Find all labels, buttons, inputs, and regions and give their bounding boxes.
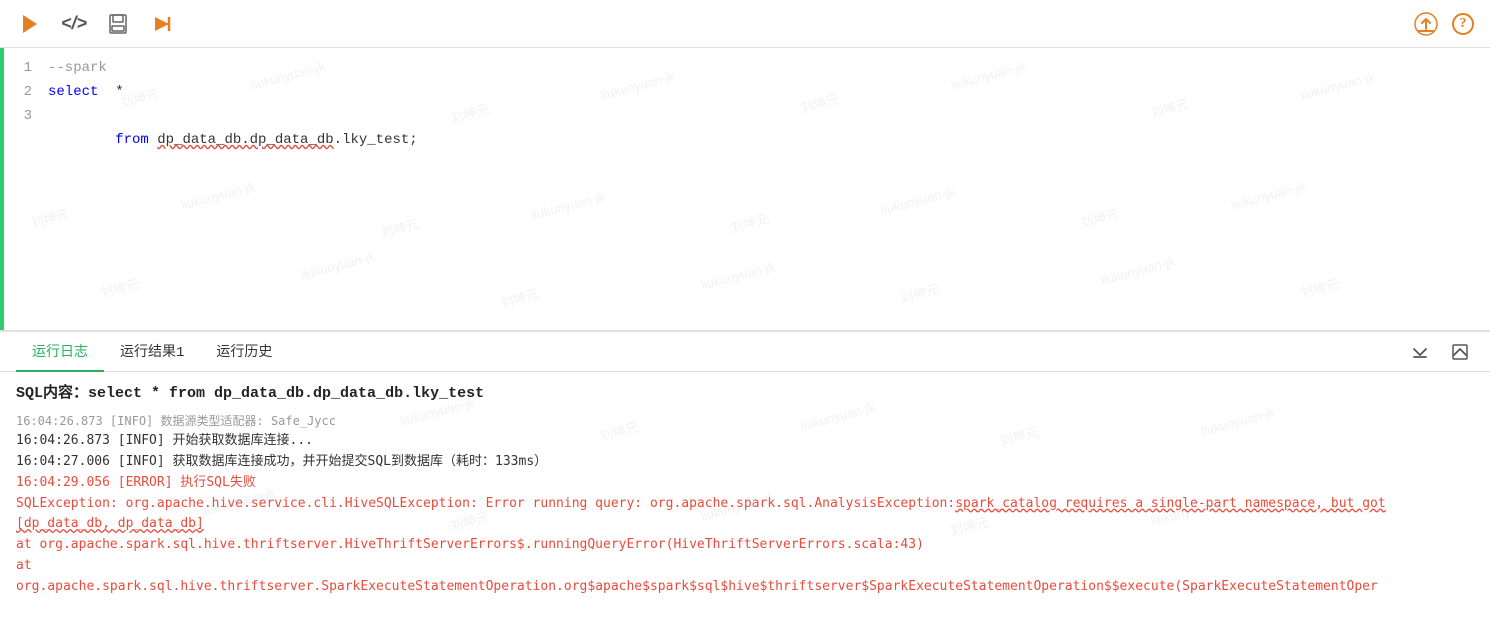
wm-15: 刘坤元 <box>1078 203 1121 231</box>
log-line-error-stack2: at <box>16 556 1474 577</box>
wm-17: 刘坤元 <box>98 273 141 301</box>
error-prefix: SQLException: org.apache.hive.service.cl… <box>16 494 955 515</box>
tab-result-label: 运行结果1 <box>120 341 184 361</box>
error-underline-1: spark_catalog requires a single-part nam… <box>955 494 1385 515</box>
play-icon <box>23 15 37 33</box>
error-underline-2: [dp_data_db, dp_data_db] <box>16 516 204 531</box>
editor-left-bar <box>0 48 4 330</box>
log-line-error-stack3: org.apache.spark.sql.hive.thriftserver.S… <box>16 577 1474 598</box>
wm-19: 刘坤元 <box>498 283 541 311</box>
log-line-0: 16:04:26.873 [INFO] 开始获取数据库连接... <box>16 431 1474 452</box>
tab-history-label: 运行历史 <box>216 341 272 361</box>
log-line-hidden: 16:04:26.873 [INFO] 数据源类型适配器: Safe_Jycc <box>16 412 1474 431</box>
tab-history[interactable]: 运行历史 <box>200 332 288 372</box>
tabs-right <box>1406 338 1474 366</box>
code-line-3: from dp_data_db.dp_data_db.lky_test; <box>48 104 1482 128</box>
wm-9: 刘坤元 <box>28 203 71 231</box>
wm-16: liukunyuan-jk <box>1229 178 1306 212</box>
sql-summary: SQL内容：select * from dp_data_db.dp_data_d… <box>16 382 1474 406</box>
line-num-3: 3 <box>12 104 32 128</box>
help-button[interactable]: ? <box>1452 13 1474 35</box>
wm-13: 刘坤元 <box>728 208 771 236</box>
line-num-2: 2 <box>12 80 32 104</box>
chevron-down-icon <box>1411 343 1429 361</box>
kw-select: select <box>48 84 98 100</box>
wm-20: liukunyuan-jk <box>699 258 776 292</box>
tab-result[interactable]: 运行结果1 <box>104 332 200 372</box>
log-line-error-main: 16:04:29.056 [ERROR] 执行SQL失败 <box>16 473 1474 494</box>
save-icon <box>107 13 129 35</box>
log-line-error-detail: SQLException: org.apache.hive.service.cl… <box>16 494 1474 515</box>
code-lines[interactable]: 1 2 3 --spark select * from dp_data_db.d… <box>0 48 1490 136</box>
sql-summary-prefix: SQL内容： <box>16 385 88 402</box>
code-line-1: --spark <box>48 56 1482 80</box>
bottom-panel: 运行日志 运行结果1 运行历史 <box>0 330 1490 623</box>
editor-area: 1 2 3 --spark select * from dp_data_db.d… <box>0 48 1490 330</box>
code-line-2: select * <box>48 80 1482 104</box>
format-icon <box>151 13 173 35</box>
wm-23: 刘坤元 <box>1298 273 1341 301</box>
code-button[interactable]: </> <box>60 10 88 38</box>
toolbar-right: ? <box>1412 10 1474 38</box>
minimize-button[interactable] <box>1406 338 1434 366</box>
format-button[interactable] <box>148 10 176 38</box>
wm-12: liukunyuan-jk <box>529 188 606 222</box>
wm-21: 刘坤元 <box>898 278 941 306</box>
wm-10: liukunyuan-jk <box>179 178 256 212</box>
tabs-left: 运行日志 运行结果1 运行历史 <box>16 332 288 371</box>
tab-log-label: 运行日志 <box>32 341 88 361</box>
tab-log[interactable]: 运行日志 <box>16 332 104 372</box>
toolbar-left: </> <box>16 10 176 38</box>
wm-22: liukunyuan-jk <box>1099 253 1176 287</box>
expand-button[interactable] <box>1446 338 1474 366</box>
sql-summary-query: select * from dp_data_db.dp_data_db.lky_… <box>88 385 484 402</box>
run-button[interactable] <box>16 10 44 38</box>
log-line-1: 16:04:27.006 [INFO] 获取数据库连接成功，并开始提交SQL到数… <box>16 452 1474 473</box>
wm-18: liukunyuan-jk <box>299 248 376 282</box>
code-content[interactable]: --spark select * from dp_data_db.dp_data… <box>40 56 1490 128</box>
kw-from: from <box>115 132 157 148</box>
expand-icon <box>1451 343 1469 361</box>
upload-button[interactable] <box>1412 10 1440 38</box>
log-line-error-detail2: [dp_data_db, dp_data_db] <box>16 514 1474 535</box>
comment-spark: --spark <box>48 60 107 76</box>
table-ref: dp_data_db.dp_data_db <box>157 132 333 148</box>
toolbar: </> ? <box>0 0 1490 48</box>
wm-14: liukunyuan-jk <box>879 183 956 217</box>
code-star: * <box>98 84 123 100</box>
tabs-bar: 运行日志 运行结果1 运行历史 <box>0 332 1490 372</box>
log-area[interactable]: liukunyuan-jk 刘坤元 liukunyuan-jk 刘坤元 liuk… <box>0 372 1490 623</box>
question-icon: ? <box>1460 16 1467 32</box>
table-name: .lky_test; <box>334 132 418 148</box>
save-button[interactable] <box>104 10 132 38</box>
log-line-error-stack1: at org.apache.spark.sql.hive.thriftserve… <box>16 535 1474 556</box>
line-numbers: 1 2 3 <box>4 56 40 128</box>
code-icon: </> <box>61 13 87 34</box>
wm-11: 刘坤元 <box>378 213 421 241</box>
upload-icon <box>1413 11 1439 37</box>
line-num-1: 1 <box>12 56 32 80</box>
